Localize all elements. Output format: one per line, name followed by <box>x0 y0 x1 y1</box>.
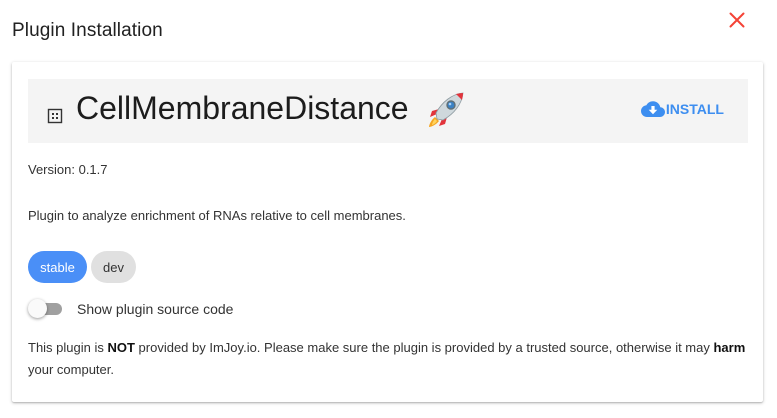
cloud-download-icon <box>640 101 665 117</box>
plugin-version: Version: 0.1.7 <box>28 162 108 177</box>
tag-stable-chip[interactable]: stable <box>28 251 87 283</box>
install-button[interactable]: INSTALL <box>640 99 724 119</box>
plugin-header: CellMembraneDistance INSTALL <box>28 79 748 143</box>
warning-not: NOT <box>107 340 135 355</box>
plugin-icon <box>47 108 63 124</box>
warning-text-2: provided by ImJoy.io. Please make sure t… <box>134 340 714 355</box>
plugin-description: Plugin to analyze enrichment of RNAs rel… <box>28 208 406 223</box>
show-source-toggle[interactable] <box>28 299 64 319</box>
show-source-label[interactable]: Show plugin source code <box>77 301 233 317</box>
warning-harm: harm <box>713 340 746 355</box>
warning-text-1: This plugin is <box>28 340 108 355</box>
close-button[interactable] <box>725 8 749 32</box>
rocket-icon <box>429 92 464 127</box>
close-icon <box>729 12 745 28</box>
warning-text-3: your computer. <box>28 362 114 377</box>
plugin-card: CellMembraneDistance INSTALL Version: 0.… <box>12 62 763 402</box>
toggle-thumb <box>28 299 47 318</box>
plugin-name: CellMembraneDistance <box>76 90 409 126</box>
install-label: INSTALL <box>665 101 724 117</box>
trust-warning: This plugin is NOT provided by ImJoy.io.… <box>28 337 754 381</box>
tag-dev-chip[interactable]: dev <box>91 251 136 283</box>
dialog-title: Plugin Installation <box>12 20 163 41</box>
